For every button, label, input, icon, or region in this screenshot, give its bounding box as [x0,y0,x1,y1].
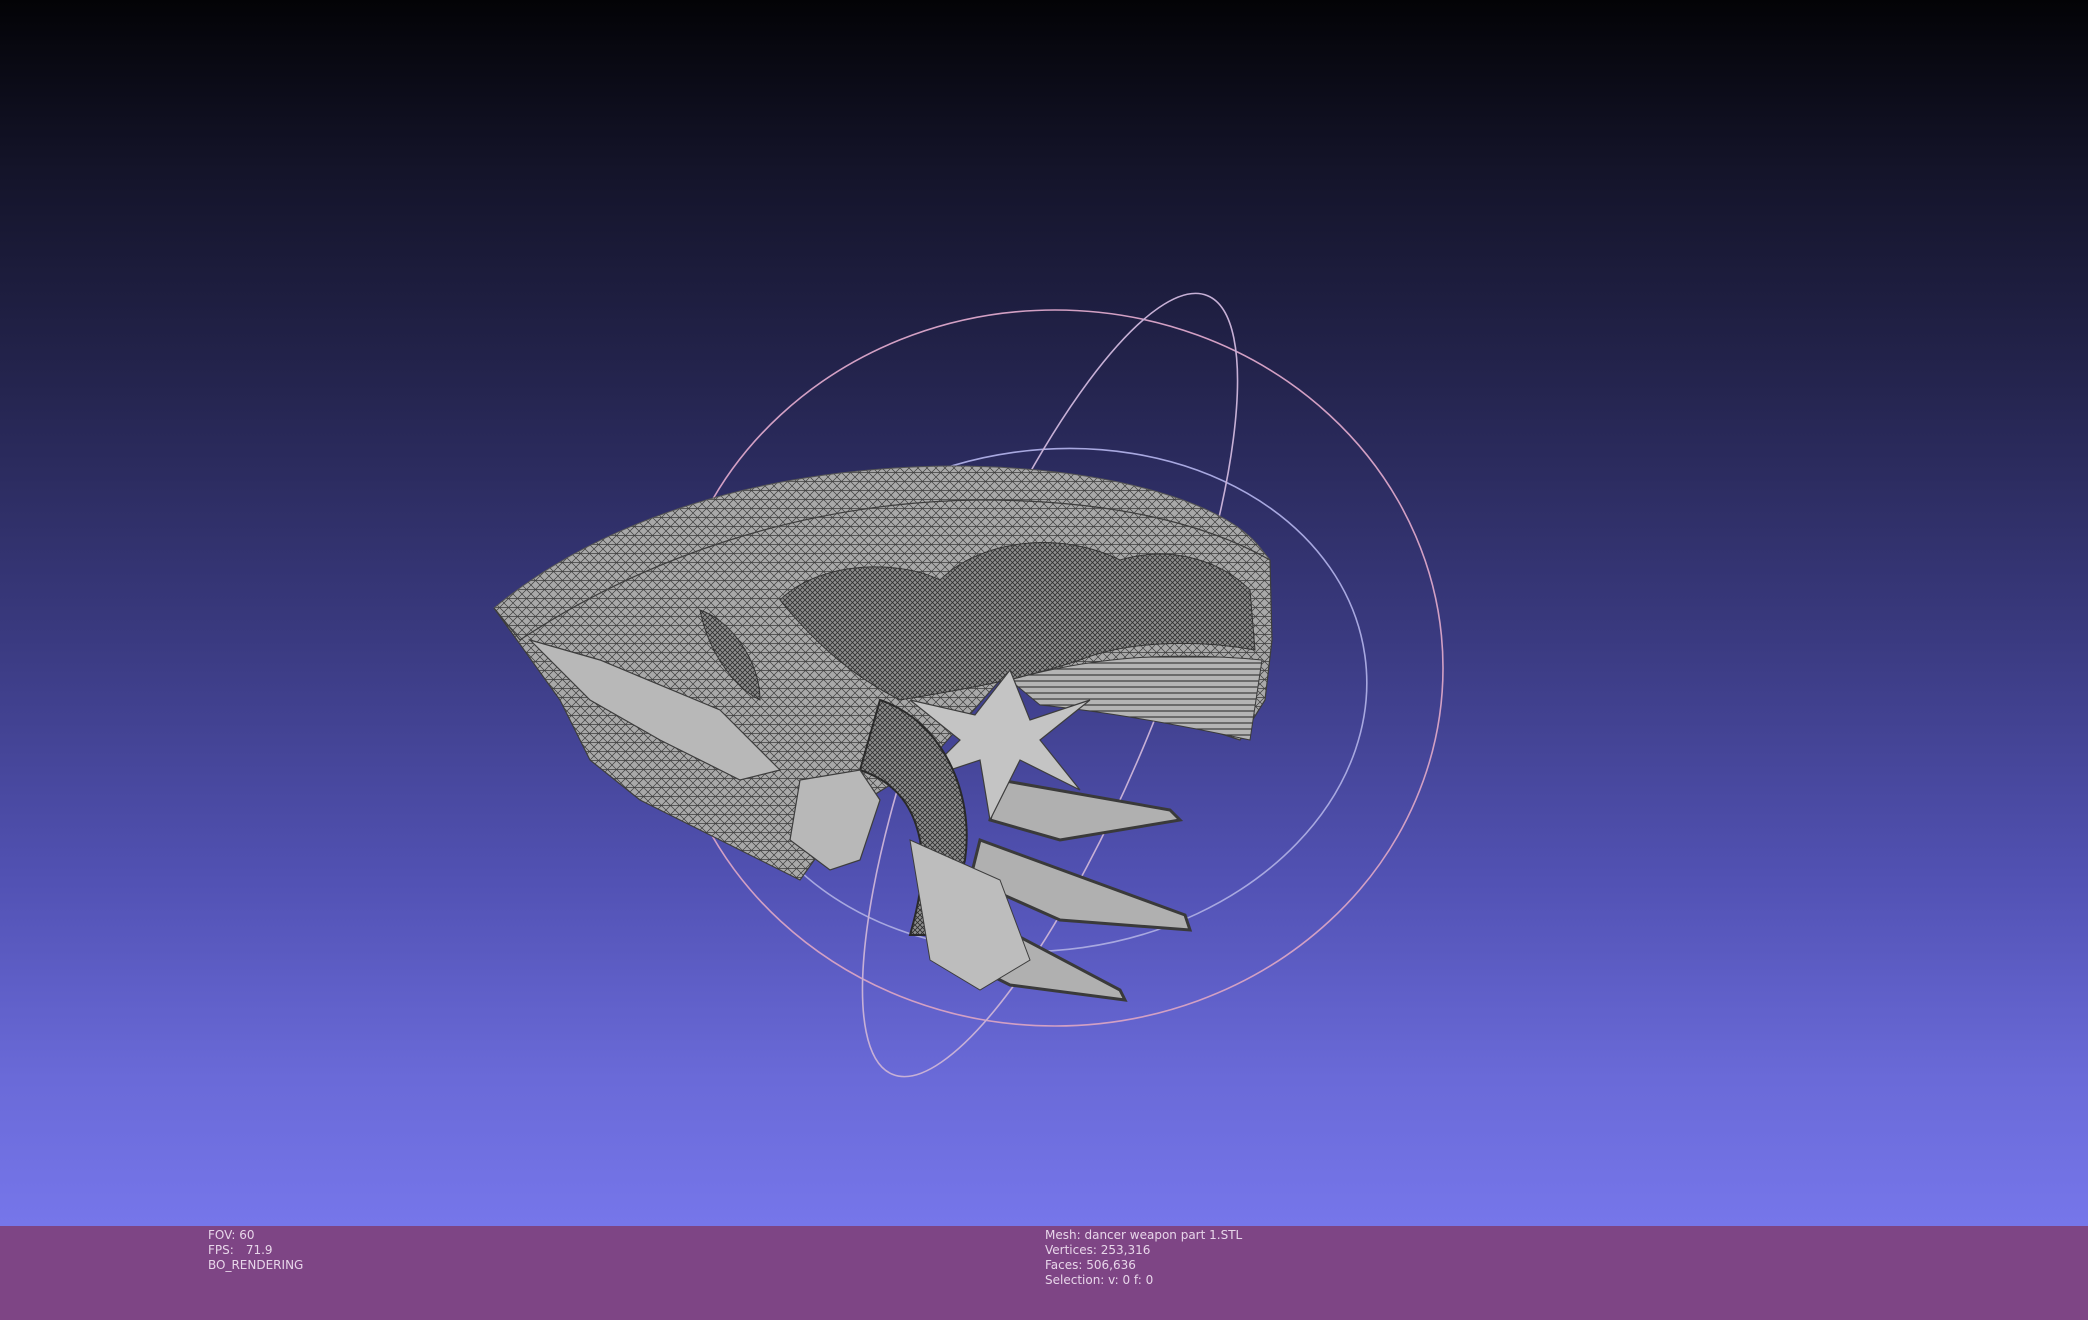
fps-label: FPS: [208,1243,234,1257]
selection-readout: Selection: v: 0 f: 0 [1045,1273,1242,1288]
selection-value: v: 0 f: 0 [1108,1273,1154,1287]
fov-label: FOV: [208,1228,236,1242]
mesh-spike-1 [988,778,1184,842]
mesh-name: dancer weapon part 1.STL [1084,1228,1243,1242]
mesh-label: Mesh: [1045,1228,1081,1242]
faces-value: 506,636 [1086,1258,1136,1272]
render-mode: BO_RENDERING [208,1258,304,1272]
mesh-name-readout: Mesh: dancer weapon part 1.STL [1045,1228,1242,1243]
mesh-info: Mesh: dancer weapon part 1.STL Vertices:… [1045,1228,1242,1288]
3d-viewport[interactable] [0,0,2088,1226]
fps-readout: FPS: 71.9 [208,1243,303,1258]
faces-label: Faces: [1045,1258,1083,1272]
fov-readout: FOV: 60 [208,1228,303,1243]
selection-label: Selection: [1045,1273,1105,1287]
fov-value: 60 [239,1228,255,1242]
vertices-label: Vertices: [1045,1243,1097,1257]
fps-value: 71.9 [245,1243,273,1257]
mesh-model[interactable] [493,465,1273,1002]
status-bar: FOV: 60 FPS: 71.9 BO_RENDERING Mesh: danc… [0,1226,2088,1320]
faces-readout: Faces: 506,636 [1045,1258,1242,1273]
vertices-value: 253,316 [1100,1243,1151,1257]
vertices-readout: Vertices: 253,316 [1045,1243,1242,1258]
render-info: FOV: 60 FPS: 71.9 BO_RENDERING [208,1228,303,1273]
scene-canvas[interactable] [0,0,2088,1226]
